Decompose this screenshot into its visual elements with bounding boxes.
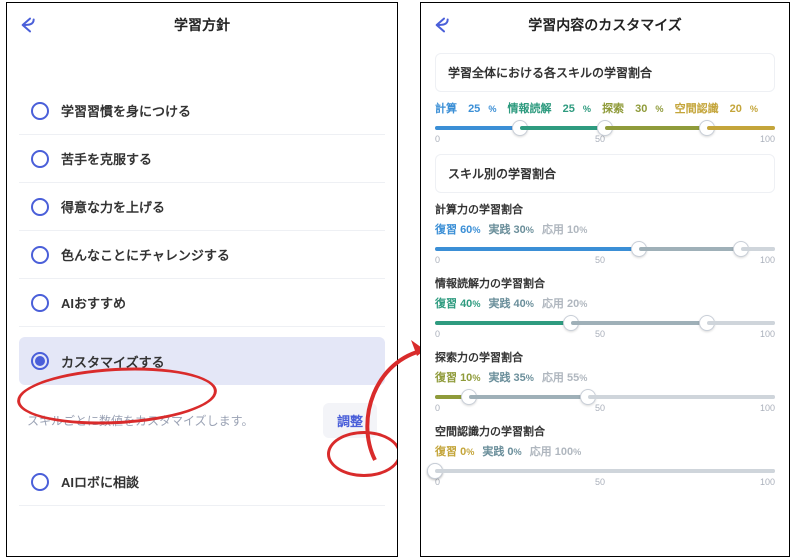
skill-title: 空間認識力の学習割合: [435, 423, 775, 439]
policy-option[interactable]: 得意な力を上げる: [19, 183, 385, 231]
header: 学習方針: [7, 3, 397, 47]
policy-option[interactable]: AIロボに相談: [19, 458, 385, 506]
radio-icon: [31, 198, 49, 216]
radio-icon: [31, 246, 49, 264]
learning-policy-pane: 学習方針 学習習慣を身につける 苦手を克服する 得意な力を上げる 色んなことにチ…: [6, 2, 398, 557]
section-header: 学習全体における各スキルの学習割合: [435, 53, 775, 92]
radio-icon: [31, 294, 49, 312]
section-header: スキル別の学習割合: [435, 154, 775, 193]
skill-title: 探索力の学習割合: [435, 349, 775, 365]
scale: 050100: [435, 477, 775, 487]
radio-icon: [31, 102, 49, 120]
overall-slider[interactable]: [435, 126, 775, 130]
radio-icon: [31, 352, 49, 370]
scale: 050100: [435, 255, 775, 265]
hint-row: スキルごとに数値をカスタマイズします。 調整: [19, 385, 385, 458]
customize-pane: 学習内容のカスタマイズ 学習全体における各スキルの学習割合 計算 25% 情報読…: [420, 2, 790, 557]
skill-title: 情報読解力の学習割合: [435, 275, 775, 291]
skill-legend: 復習 0%実践 0%応用 100%: [435, 443, 775, 459]
skill-legend: 復習 40%実践 40%応用 20%: [435, 295, 775, 311]
policy-option[interactable]: AIおすすめ: [19, 279, 385, 327]
policy-option[interactable]: 苦手を克服する: [19, 135, 385, 183]
skill-slider[interactable]: [435, 247, 775, 251]
back-arrow-icon: [433, 14, 455, 36]
scale: 050100: [435, 403, 775, 413]
page-title: 学習内容のカスタマイズ: [528, 15, 682, 35]
scale: 050100: [435, 329, 775, 339]
adjust-button[interactable]: 調整: [323, 403, 377, 438]
policy-option[interactable]: 学習習慣を身につける: [19, 87, 385, 135]
back-button[interactable]: [17, 12, 43, 38]
skill-slider[interactable]: [435, 469, 775, 473]
skill-title: 計算力の学習割合: [435, 201, 775, 217]
policy-option-customize[interactable]: カスタマイズする: [19, 337, 385, 385]
page-title: 学習方針: [174, 15, 230, 35]
skill-legend: 復習 60%実践 30%応用 10%: [435, 221, 775, 237]
back-button[interactable]: [431, 12, 457, 38]
skill-legend: 復習 10%実践 35%応用 55%: [435, 369, 775, 385]
policy-option[interactable]: 色んなことにチャレンジする: [19, 231, 385, 279]
back-arrow-icon: [19, 14, 41, 36]
overall-legend: 計算 25% 情報読解 25% 探索 30% 空間認識 20%: [435, 100, 775, 116]
skill-slider[interactable]: [435, 395, 775, 399]
radio-icon: [31, 150, 49, 168]
hint-text: スキルごとに数値をカスタマイズします。: [27, 412, 323, 429]
skill-slider[interactable]: [435, 321, 775, 325]
radio-icon: [31, 473, 49, 491]
header: 学習内容のカスタマイズ: [421, 3, 789, 47]
